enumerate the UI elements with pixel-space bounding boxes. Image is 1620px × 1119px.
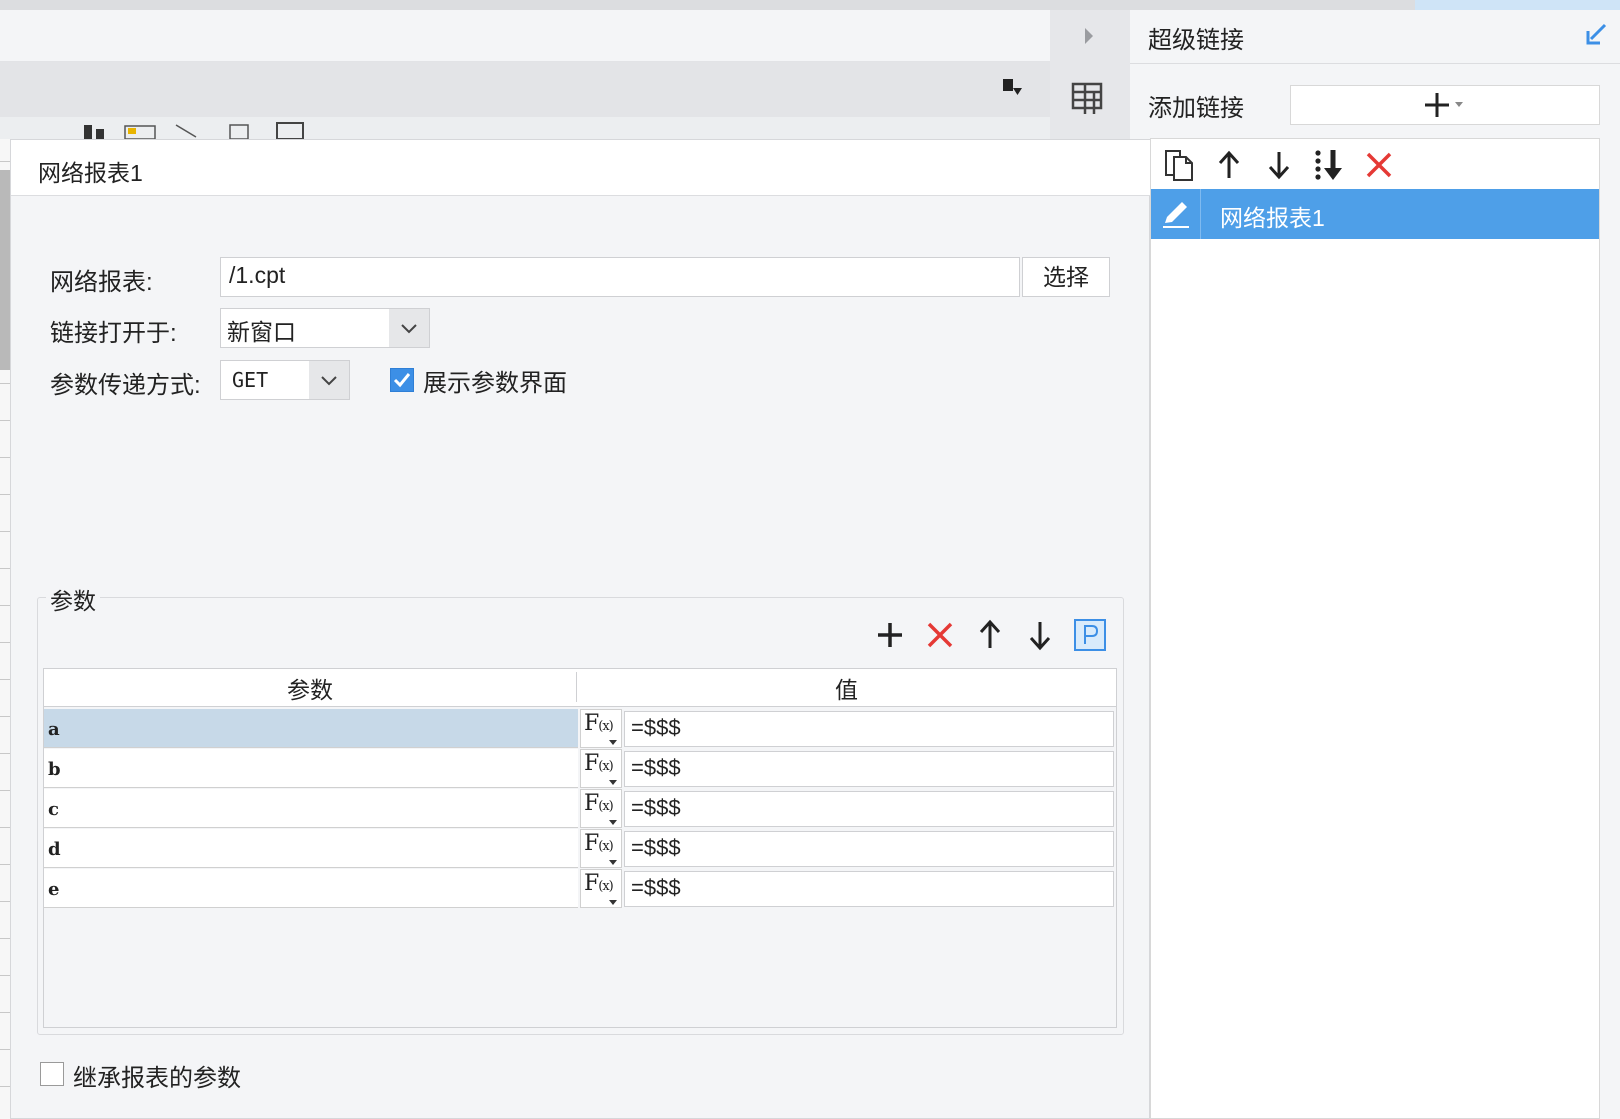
formula-button[interactable]: F(x): [580, 749, 622, 788]
link-list: [1150, 138, 1600, 1119]
edit-pencil-cell[interactable]: [1151, 189, 1201, 239]
table-row[interactable]: b F(x) =$$$: [44, 749, 1116, 789]
delete-param-icon[interactable]: [920, 615, 960, 655]
column-header-value[interactable]: 值: [577, 671, 1116, 705]
background-ribbon: [0, 62, 1050, 117]
param-move-down-icon[interactable]: [1020, 615, 1060, 655]
formula-fx-icon: F(x): [584, 711, 614, 736]
move-to-bottom-icon[interactable]: [1311, 147, 1347, 183]
cell-layout-icon[interactable]: [1070, 80, 1106, 116]
background-scrollbar[interactable]: [0, 170, 10, 370]
report-path-input[interactable]: /1.cpt: [220, 257, 1020, 297]
select-report-button[interactable]: 选择: [1022, 257, 1110, 297]
column-header-param[interactable]: 参数: [44, 671, 576, 705]
checkmark-icon: [393, 373, 411, 388]
show-params-checkbox[interactable]: [390, 368, 414, 392]
link-list-item-label: 网络报表1: [1220, 205, 1325, 231]
table-row[interactable]: e F(x) =$$$: [44, 869, 1116, 909]
param-value-input[interactable]: =$$$: [624, 791, 1114, 827]
method-label: 参数传递方式:: [50, 372, 201, 399]
dialog-header: [11, 140, 1150, 196]
param-value-input[interactable]: =$$$: [624, 871, 1114, 907]
param-name-cell[interactable]: c: [44, 789, 578, 828]
chevron-down-icon: [401, 324, 417, 334]
caret-down-icon: [609, 900, 617, 905]
table-row[interactable]: c F(x) =$$$: [44, 789, 1116, 829]
param-name-cell[interactable]: d: [44, 829, 578, 868]
delete-icon[interactable]: [1361, 147, 1397, 183]
formula-button[interactable]: F(x): [580, 709, 622, 748]
panel-divider: [1130, 63, 1620, 64]
caret-down-icon: [609, 740, 617, 745]
copy-icon[interactable]: [1161, 147, 1197, 183]
add-plus-dropdown-icon[interactable]: [1423, 90, 1475, 120]
background-toolbar: [0, 10, 1050, 62]
formula-fx-icon: F(x): [584, 871, 614, 896]
open-in-value: 新窗口: [227, 319, 296, 345]
param-name-cell[interactable]: e: [44, 869, 578, 908]
formula-fx-icon: F(x): [584, 791, 614, 816]
window-top-accent: [1415, 0, 1620, 10]
param-value-input[interactable]: =$$$: [624, 751, 1114, 787]
format-painter-icon[interactable]: [1000, 76, 1026, 102]
show-params-label: 展示参数界面: [423, 370, 567, 397]
dock-arrow-icon[interactable]: [1583, 22, 1609, 48]
formula-button[interactable]: F(x): [580, 869, 622, 908]
window-top-strip: [0, 0, 1620, 10]
param-p-icon[interactable]: [1070, 615, 1110, 655]
method-value: GET: [232, 368, 269, 392]
caret-down-icon: [609, 860, 617, 865]
add-link-label: 添加链接: [1148, 95, 1244, 122]
caret-down-icon: [609, 780, 617, 785]
move-up-icon[interactable]: [1211, 147, 1247, 183]
table-row[interactable]: a F(x) =$$$: [44, 709, 1116, 749]
inherit-params-checkbox[interactable]: [40, 1062, 64, 1086]
table-row[interactable]: d F(x) =$$$: [44, 829, 1116, 869]
pencil-icon: [1163, 202, 1189, 228]
formula-fx-icon: F(x): [584, 751, 614, 776]
param-value-input[interactable]: =$$$: [624, 831, 1114, 867]
formula-button[interactable]: F(x): [580, 789, 622, 828]
link-list-item[interactable]: [1151, 189, 1599, 239]
open-in-dropdown-button[interactable]: [389, 309, 429, 347]
background-toolbar-row: [0, 117, 1050, 139]
formula-button[interactable]: F(x): [580, 829, 622, 868]
panel-title: 超级链接: [1148, 27, 1244, 54]
inherit-params-label: 继承报表的参数: [73, 1065, 241, 1092]
open-in-label: 链接打开于:: [50, 320, 177, 347]
method-dropdown-button[interactable]: [309, 361, 349, 399]
params-group-title: 参数: [46, 582, 100, 616]
report-label: 网络报表:: [50, 269, 153, 296]
params-toolbar: [870, 615, 1110, 655]
caret-down-icon: [609, 820, 617, 825]
formula-fx-icon: F(x): [584, 831, 614, 856]
param-value-input[interactable]: =$$$: [624, 711, 1114, 747]
chevron-down-icon: [321, 376, 337, 386]
param-name-cell[interactable]: b: [44, 749, 578, 788]
dialog-title: 网络报表1: [38, 160, 143, 186]
param-move-up-icon[interactable]: [970, 615, 1010, 655]
link-list-toolbar: [1151, 139, 1599, 189]
param-name-cell[interactable]: a: [44, 709, 578, 748]
add-param-icon[interactable]: [870, 615, 910, 655]
move-down-icon[interactable]: [1261, 147, 1297, 183]
collapse-arrow-icon[interactable]: [1080, 24, 1098, 48]
